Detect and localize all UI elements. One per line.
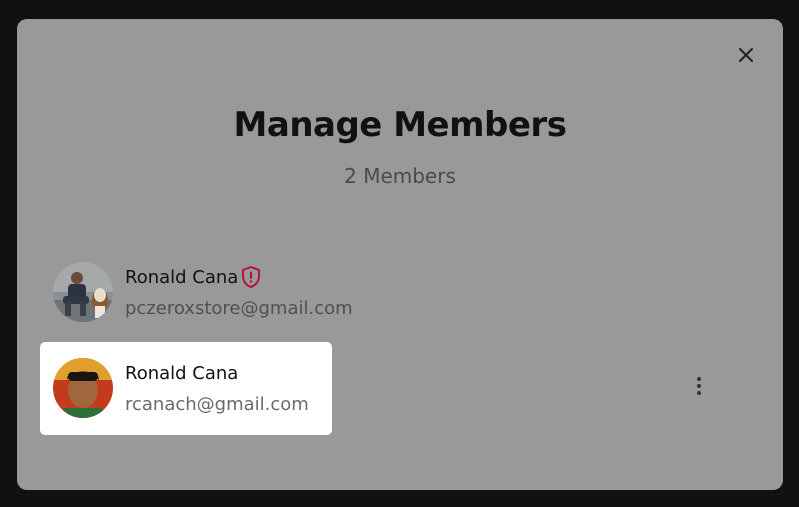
member-email: pczeroxstore@gmail.com	[125, 298, 353, 319]
manage-members-modal: Manage Members 2 Members Ronald Cana pcz…	[17, 19, 783, 490]
member-name: Ronald Cana	[125, 267, 239, 288]
member-actions-button[interactable]	[687, 374, 711, 398]
close-icon	[739, 48, 753, 62]
member-email: rcanach@gmail.com	[125, 394, 309, 415]
avatar	[53, 358, 113, 418]
close-button[interactable]	[735, 44, 757, 66]
modal-title: Manage Members	[233, 105, 567, 145]
member-count: 2 Members	[344, 164, 456, 188]
member-row[interactable]: Ronald Cana pczeroxstore@gmail.com	[40, 246, 353, 339]
admin-shield-icon	[241, 265, 261, 289]
avatar	[53, 262, 113, 322]
member-row-selected[interactable]: Ronald Cana rcanach@gmail.com	[40, 342, 332, 435]
member-name: Ronald Cana	[125, 363, 239, 384]
more-vertical-icon	[697, 377, 701, 395]
